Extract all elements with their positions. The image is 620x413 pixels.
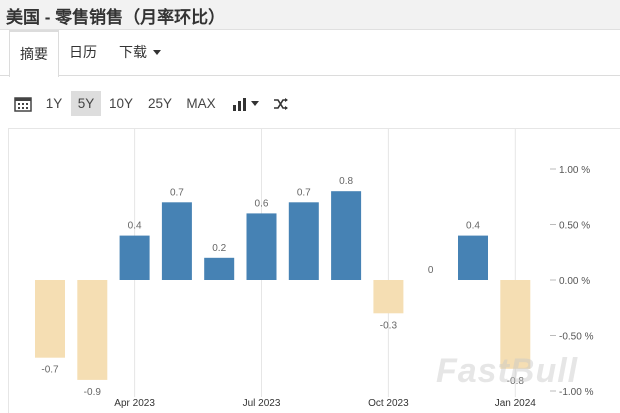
compare-button[interactable] xyxy=(270,91,292,116)
y-tick-label: 1.00 % xyxy=(559,165,590,176)
bar xyxy=(119,235,150,280)
x-tick-label: Jul 2023 xyxy=(243,398,281,409)
tab-summary[interactable]: 摘要 xyxy=(9,30,59,77)
tab-download-label: 下载 xyxy=(119,44,147,60)
tab-download[interactable]: 下载 xyxy=(119,30,161,76)
range-max-button[interactable]: MAX xyxy=(183,91,219,116)
shuffle-icon xyxy=(274,98,288,111)
calendar-button[interactable] xyxy=(12,91,34,116)
range-5y-button[interactable]: 5Y xyxy=(71,91,101,116)
watermark: FastBull xyxy=(436,352,579,390)
data-label: 0.7 xyxy=(170,187,184,198)
bar xyxy=(35,280,65,358)
tab-summary-label: 摘要 xyxy=(20,46,48,62)
bar xyxy=(458,235,488,280)
data-label: 0.4 xyxy=(128,221,142,232)
y-tick-label: 0.00 % xyxy=(559,276,590,287)
tabs-bar: 摘要 日历 下载 xyxy=(0,30,620,77)
title-bar: 美国 - 零售销售（月率环比） xyxy=(0,0,620,30)
chart-toolbar: 1Y 5Y 10Y 25Y MAX xyxy=(0,76,620,128)
data-label: 0.2 xyxy=(212,243,226,254)
bar xyxy=(288,202,319,280)
bar xyxy=(161,202,192,280)
chart-type-button[interactable] xyxy=(228,91,262,116)
tab-calendar-label: 日历 xyxy=(69,44,97,60)
x-tick-label: Jan 2024 xyxy=(495,398,537,409)
y-tick-label: -0.50 % xyxy=(559,332,594,343)
y-tick-label: 0.50 % xyxy=(559,221,590,232)
x-tick-label: Oct 2023 xyxy=(368,398,409,409)
bar-chart-icon xyxy=(232,98,246,112)
bar xyxy=(204,257,235,280)
range-10y-button[interactable]: 10Y xyxy=(105,91,137,116)
chevron-down-icon xyxy=(153,49,161,55)
bar xyxy=(246,213,277,280)
bar xyxy=(331,191,362,280)
data-label: 0 xyxy=(428,265,434,276)
data-label: -0.9 xyxy=(84,387,102,398)
range-1y-button[interactable]: 1Y xyxy=(42,91,66,116)
data-label: 0.4 xyxy=(466,221,480,232)
x-tick-label: Apr 2023 xyxy=(114,398,155,409)
page-title: 美国 - 零售销售（月率环比） xyxy=(6,8,226,27)
data-label: -0.7 xyxy=(41,365,59,376)
bar xyxy=(373,280,404,314)
range-25y-button[interactable]: 25Y xyxy=(144,91,176,116)
calendar-icon xyxy=(14,97,32,113)
tab-calendar[interactable]: 日历 xyxy=(69,30,97,76)
data-label: 0.6 xyxy=(255,198,269,209)
data-label: 0.7 xyxy=(297,187,311,198)
data-label: 0.8 xyxy=(339,176,353,187)
bar xyxy=(77,280,108,380)
chevron-down-icon xyxy=(250,100,259,106)
data-label: -0.3 xyxy=(380,320,398,331)
